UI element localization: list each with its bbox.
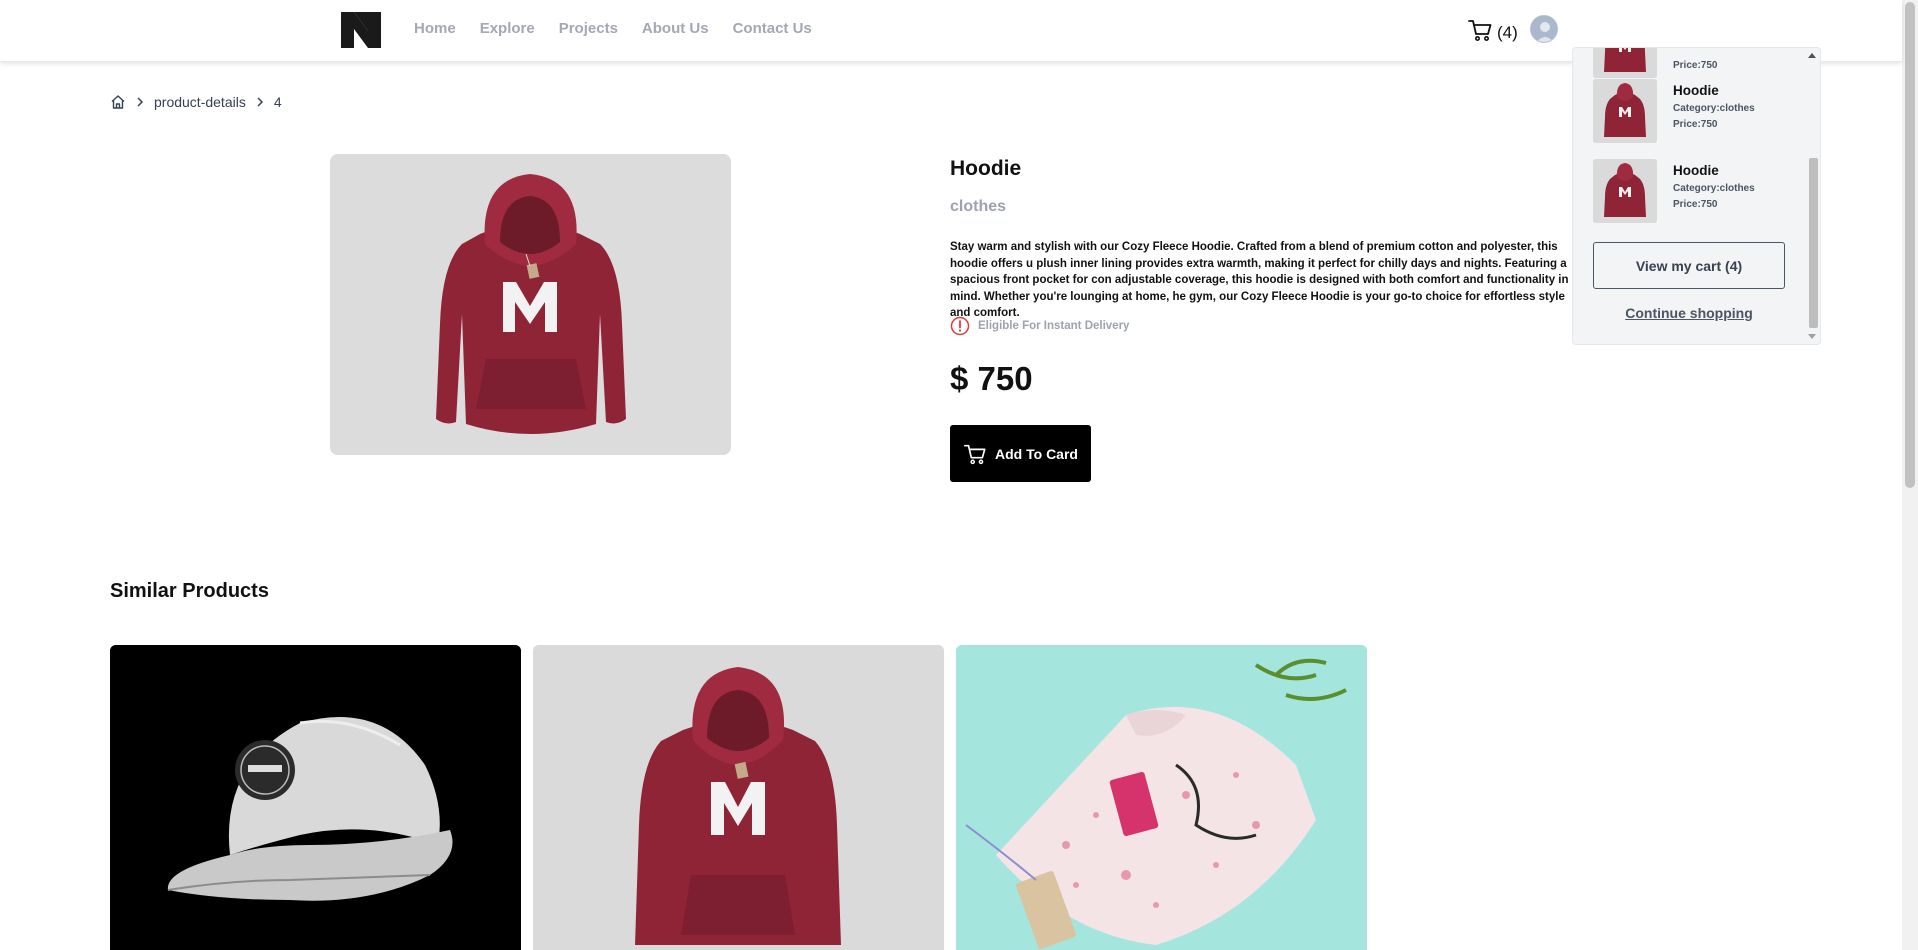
nav-contact-us[interactable]: Contact Us: [733, 20, 812, 37]
nav-home[interactable]: Home: [414, 20, 456, 37]
page: Home Explore Projects About Us Contact U…: [0, 0, 1918, 950]
cart-item-price: Price:750: [1673, 119, 1718, 130]
cart-item-thumbnail: [1593, 159, 1657, 223]
cart-item[interactable]: Hoodie Category:clothes Price:750: [1593, 79, 1755, 143]
similar-products-heading: Similar Products: [110, 580, 269, 602]
cart-icon: [1467, 17, 1493, 48]
breadcrumb-product-details[interactable]: product-details: [154, 94, 246, 110]
similar-product-card[interactable]: [956, 645, 1367, 950]
page-scrollbar[interactable]: [1902, 0, 1918, 950]
cart-dropdown-scrollbar[interactable]: [1805, 48, 1820, 344]
delivery-note: Eligible For Instant Delivery: [950, 316, 1129, 336]
cart-item-category: Category:clothes: [1673, 103, 1755, 114]
main-nav: Home Explore Projects About Us Contact U…: [414, 20, 836, 37]
cart-item-info: Hoodie Category:clothes Price:750: [1673, 79, 1755, 143]
product-description: Stay warm and stylish with our Cozy Flee…: [950, 241, 1569, 319]
product-image: [330, 154, 731, 455]
cart-item[interactable]: Price:750: [1593, 48, 1718, 78]
continue-shopping-link[interactable]: Continue shopping: [1573, 305, 1805, 321]
delivery-label: Eligible For Instant Delivery: [978, 320, 1130, 332]
similar-product-card[interactable]: [533, 645, 944, 950]
cart-item[interactable]: Hoodie Category:clothes Price:750: [1593, 159, 1755, 223]
logo-icon[interactable]: [341, 12, 381, 48]
chevron-right-icon: [256, 97, 264, 107]
cart-item-info: Hoodie Category:clothes Price:750: [1673, 159, 1755, 223]
cart-dropdown-scroll-thumb[interactable]: [1809, 158, 1818, 328]
cart-item-info: Price:750: [1673, 48, 1718, 78]
scroll-down-arrow-icon[interactable]: [1808, 334, 1816, 339]
scroll-up-arrow-icon[interactable]: [1808, 53, 1816, 58]
product-title: Hoodie: [950, 157, 1022, 180]
cart-item-name: Hoodie: [1673, 163, 1719, 178]
cart-item-price: Price:750: [1673, 199, 1718, 210]
cart-item-price: Price:750: [1673, 60, 1718, 71]
breadcrumb-product-id: 4: [273, 94, 282, 110]
chevron-right-icon: [136, 97, 144, 107]
alert-circle-icon: [950, 316, 970, 336]
user-avatar[interactable]: [1530, 15, 1558, 43]
cart-item-thumbnail: [1593, 48, 1657, 78]
nav-explore[interactable]: Explore: [480, 20, 535, 37]
similar-product-card[interactable]: [110, 645, 521, 950]
cart-item-thumbnail: [1593, 79, 1657, 143]
product-price: $ 750: [950, 360, 1033, 397]
cart-icon: [963, 442, 987, 466]
cart-count: (4): [1497, 22, 1518, 42]
product-category: clothes: [950, 198, 1007, 215]
add-to-cart-button[interactable]: Add To Card: [950, 425, 1091, 482]
nav-projects[interactable]: Projects: [559, 20, 618, 37]
nav-about-us[interactable]: About Us: [642, 20, 709, 37]
cart-dropdown: Price:750 Hoodie Category:clothes Price:…: [1572, 47, 1821, 345]
cart-item-name: Hoodie: [1673, 83, 1719, 98]
page-scroll-thumb[interactable]: [1905, 2, 1915, 488]
home-icon[interactable]: [110, 94, 126, 110]
view-cart-button[interactable]: View my cart (4): [1593, 242, 1785, 289]
add-to-cart-label: Add To Card: [995, 445, 1078, 462]
breadcrumb: product-details 4: [110, 94, 282, 110]
cart-item-category: Category:clothes: [1673, 183, 1755, 194]
cart-button[interactable]: (4): [1467, 17, 1518, 48]
